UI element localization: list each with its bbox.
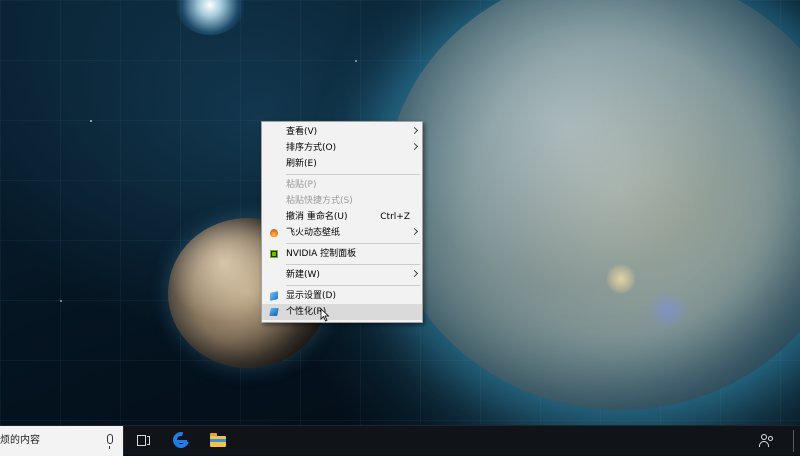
show-desktop-divider[interactable] xyxy=(793,430,794,452)
menu-separator xyxy=(286,243,420,244)
search-placeholder: 烦的内容 xyxy=(0,435,40,446)
menu-item-label: 显示设置(D) xyxy=(286,291,336,301)
menu-item-label: NVIDIA 控制面板 xyxy=(286,249,357,259)
menu-item-nvidia-control-panel[interactable]: NVIDIA 控制面板 xyxy=(262,246,422,262)
taskbar: 烦的内容 xyxy=(0,425,800,456)
menu-item-label: 粘贴快捷方式(S) xyxy=(286,196,353,206)
menu-item-label: 新建(W) xyxy=(286,270,320,280)
nvidia-icon xyxy=(270,250,278,258)
edge-button[interactable] xyxy=(162,426,200,456)
menu-item-label: 飞火动态壁纸 xyxy=(286,228,341,238)
chevron-right-icon xyxy=(410,227,419,236)
menu-item-label: 撤消 重命名(U) xyxy=(286,212,348,222)
menu-item-personalize[interactable]: 个性化(R) xyxy=(262,304,422,320)
wallpaper-star xyxy=(90,120,92,122)
menu-item-undo-rename[interactable]: 撤消 重命名(U) Ctrl+Z xyxy=(262,209,422,225)
task-view-button[interactable] xyxy=(124,426,162,456)
desktop-context-menu: 查看(V) 排序方式(O) 刷新(E) 粘贴(P) 粘贴快捷方式(S) 撤消 重… xyxy=(261,121,423,323)
menu-item-refresh[interactable]: 刷新(E) xyxy=(262,156,422,172)
menu-item-label: 排序方式(O) xyxy=(286,143,337,153)
menu-item-paste: 粘贴(P) xyxy=(262,177,422,193)
microphone-icon[interactable] xyxy=(107,434,113,449)
fire-icon xyxy=(270,229,278,237)
mouse-cursor-icon xyxy=(320,308,330,322)
menu-item-feihuo-wallpaper[interactable]: 飞火动态壁纸 xyxy=(262,225,422,241)
taskbar-search-box[interactable]: 烦的内容 xyxy=(0,426,124,456)
menu-item-shortcut: Ctrl+Z xyxy=(380,212,410,222)
menu-separator xyxy=(286,285,420,286)
menu-item-new[interactable]: 新建(W) xyxy=(262,267,422,283)
personalize-icon xyxy=(269,308,279,316)
people-icon[interactable] xyxy=(756,426,778,456)
menu-item-sort-by[interactable]: 排序方式(O) xyxy=(262,140,422,156)
file-explorer-button[interactable] xyxy=(199,426,237,456)
display-icon xyxy=(270,291,278,301)
menu-item-display-settings[interactable]: 显示设置(D) xyxy=(262,288,422,304)
wallpaper-star xyxy=(60,300,62,302)
chevron-right-icon xyxy=(410,126,419,135)
menu-item-label: 粘贴(P) xyxy=(286,180,317,190)
menu-separator xyxy=(286,264,420,265)
menu-item-paste-shortcut: 粘贴快捷方式(S) xyxy=(262,193,422,209)
menu-item-label: 查看(V) xyxy=(286,127,318,137)
wallpaper-lens-flare xyxy=(648,290,688,330)
wallpaper-lens-flare xyxy=(606,264,636,294)
chevron-right-icon xyxy=(410,269,419,278)
wallpaper-star xyxy=(355,60,357,62)
menu-item-view[interactable]: 查看(V) xyxy=(262,124,422,140)
menu-separator xyxy=(286,174,420,175)
chevron-right-icon xyxy=(410,142,419,151)
menu-item-label: 刷新(E) xyxy=(286,159,317,169)
